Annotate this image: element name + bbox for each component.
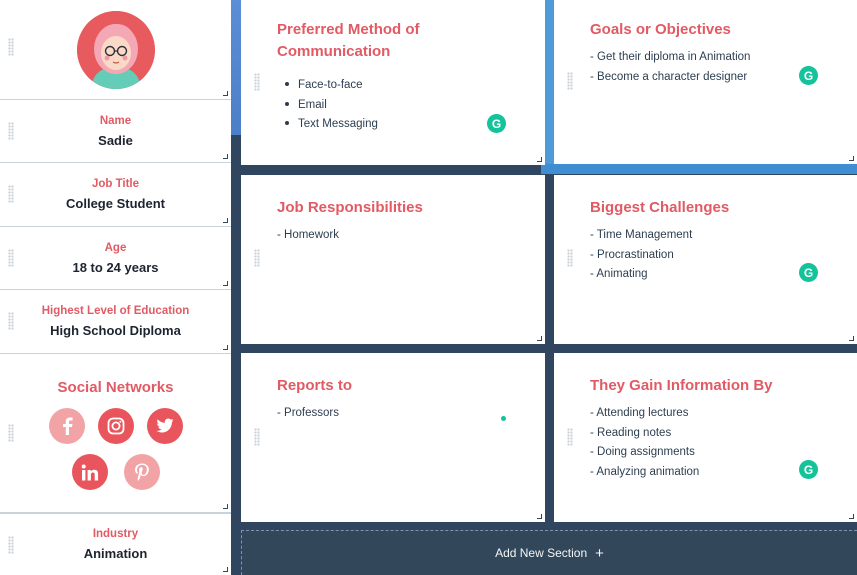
drag-handle-icon[interactable] <box>567 72 573 90</box>
name-label: Name <box>99 114 132 127</box>
social-row <box>48 408 183 444</box>
drag-handle-icon[interactable] <box>567 428 573 446</box>
communication-list: Face-to-face Email Text Messaging <box>279 76 378 135</box>
grammarly-icon[interactable]: G <box>799 263 818 282</box>
goals-title: Goals or Objectives <box>590 21 731 38</box>
list-item: - Reading notes <box>590 426 672 439</box>
drag-handle-icon[interactable] <box>8 122 14 140</box>
avatar-card[interactable] <box>0 0 231 100</box>
decor-band <box>545 0 554 168</box>
drag-handle-icon[interactable] <box>8 249 14 267</box>
responsibilities-title: Job Responsibilities <box>277 199 423 216</box>
reports-title: Reports to <box>277 377 352 394</box>
resize-handle-icon[interactable] <box>849 514 854 519</box>
information-title: They Gain Information By <box>590 377 773 394</box>
resize-handle-icon[interactable] <box>223 567 228 572</box>
drag-handle-icon[interactable] <box>8 185 14 203</box>
social-row <box>71 454 160 490</box>
goals-panel[interactable]: Goals or Objectives - Get their diploma … <box>554 0 857 164</box>
resize-handle-icon[interactable] <box>223 218 228 223</box>
education-label: Highest Level of Education <box>41 305 190 317</box>
drag-handle-icon[interactable] <box>8 312 14 330</box>
communication-panel[interactable]: Preferred Method of Communication Face-t… <box>241 0 545 165</box>
communication-title-line2: Communication <box>277 43 391 60</box>
drag-handle-icon[interactable] <box>254 249 260 267</box>
list-item: - Procrastination <box>590 248 674 261</box>
list-item: - Analyzing animation <box>590 465 700 478</box>
add-new-section-label: Add New Section <box>495 546 588 560</box>
list-item: - Doing assignments <box>590 446 695 459</box>
avatar-illustration <box>76 10 155 89</box>
drag-handle-icon[interactable] <box>8 536 14 554</box>
information-panel[interactable]: They Gain Information By - Attending lec… <box>554 353 857 522</box>
list-item: Face-to-face <box>279 76 378 96</box>
goals-list: - Get their diploma in Animation - Becom… <box>590 48 750 87</box>
age-value: 18 to 24 years <box>72 259 159 275</box>
drag-handle-icon[interactable] <box>567 249 573 267</box>
resize-handle-icon[interactable] <box>849 336 854 341</box>
resize-handle-icon[interactable] <box>223 345 228 350</box>
communication-title: Preferred Method of Communication <box>277 19 420 63</box>
challenges-title: Biggest Challenges <box>590 199 730 216</box>
responsibilities-panel[interactable]: Job Responsibilities - Homework <box>241 175 545 344</box>
social-networks-title: Social Networks <box>57 379 174 396</box>
pinterest-icon[interactable] <box>123 454 160 490</box>
communication-title-line1: Preferred Method of <box>277 21 420 38</box>
resize-handle-icon[interactable] <box>537 157 542 162</box>
instagram-icon[interactable] <box>97 408 134 444</box>
add-new-section-button[interactable]: Add New Section + <box>241 530 857 575</box>
list-item: - Become a character designer <box>590 70 748 83</box>
grammarly-icon[interactable]: G <box>487 114 506 133</box>
grammarly-icon[interactable]: G <box>799 66 818 85</box>
name-card[interactable]: Name Sadie <box>0 100 231 163</box>
drag-handle-icon[interactable] <box>254 73 260 91</box>
list-item: - Get their diploma in Animation <box>590 51 751 63</box>
reports-panel[interactable]: Reports to - Professors <box>241 353 545 522</box>
decor-band <box>541 164 857 174</box>
resize-handle-icon[interactable] <box>223 91 228 96</box>
job-title-card[interactable]: Job Title College Student <box>0 163 231 227</box>
drag-handle-icon[interactable] <box>254 428 260 446</box>
social-networks-card[interactable]: Social Networks <box>0 354 231 513</box>
education-value: High School Diploma <box>50 323 181 338</box>
resize-handle-icon[interactable] <box>537 514 542 519</box>
resize-handle-icon[interactable] <box>223 504 228 509</box>
list-item: - Attending lectures <box>590 407 689 419</box>
list-item: - Animating <box>590 268 648 281</box>
industry-label: Industry <box>92 528 139 540</box>
persona-sidebar: Name Sadie Job Title College Student Age… <box>0 0 231 575</box>
list-item: Email <box>279 96 378 116</box>
industry-value: Animation <box>83 546 148 561</box>
job-title-value: College Student <box>66 196 165 211</box>
avatar <box>76 10 155 89</box>
grammarly-icon[interactable]: G <box>799 460 818 479</box>
resize-handle-icon[interactable] <box>223 154 228 159</box>
information-list: - Attending lectures - Reading notes - D… <box>590 404 699 482</box>
linkedin-icon[interactable] <box>71 454 108 490</box>
age-label: Age <box>104 241 127 254</box>
name-value: Sadie <box>98 132 133 148</box>
age-card[interactable]: Age 18 to 24 years <box>0 227 231 290</box>
facebook-icon[interactable] <box>48 408 85 444</box>
responsibilities-list: - Homework <box>277 226 339 246</box>
drag-handle-icon[interactable] <box>8 424 14 442</box>
resize-handle-icon[interactable] <box>223 281 228 286</box>
plus-icon: + <box>595 544 604 562</box>
challenges-panel[interactable]: Biggest Challenges - Time Management - P… <box>554 175 857 344</box>
job-title-label: Job Title <box>91 178 140 190</box>
list-item: Text Messaging <box>279 115 378 135</box>
list-item: - Time Management <box>590 229 693 241</box>
education-card[interactable]: Highest Level of Education High School D… <box>0 290 231 354</box>
twitter-icon[interactable] <box>146 408 183 444</box>
challenges-list: - Time Management - Procrastination - An… <box>590 226 692 285</box>
list-item: - Homework <box>277 229 339 241</box>
decor-band <box>231 0 241 135</box>
drag-handle-icon[interactable] <box>8 38 14 56</box>
resize-handle-icon[interactable] <box>849 156 854 161</box>
industry-card[interactable]: Industry Animation <box>0 513 231 575</box>
reports-list: - Professors <box>277 404 339 424</box>
resize-handle-icon[interactable] <box>537 336 542 341</box>
grammarly-dot-icon <box>501 416 506 421</box>
list-item: - Professors <box>277 407 339 419</box>
